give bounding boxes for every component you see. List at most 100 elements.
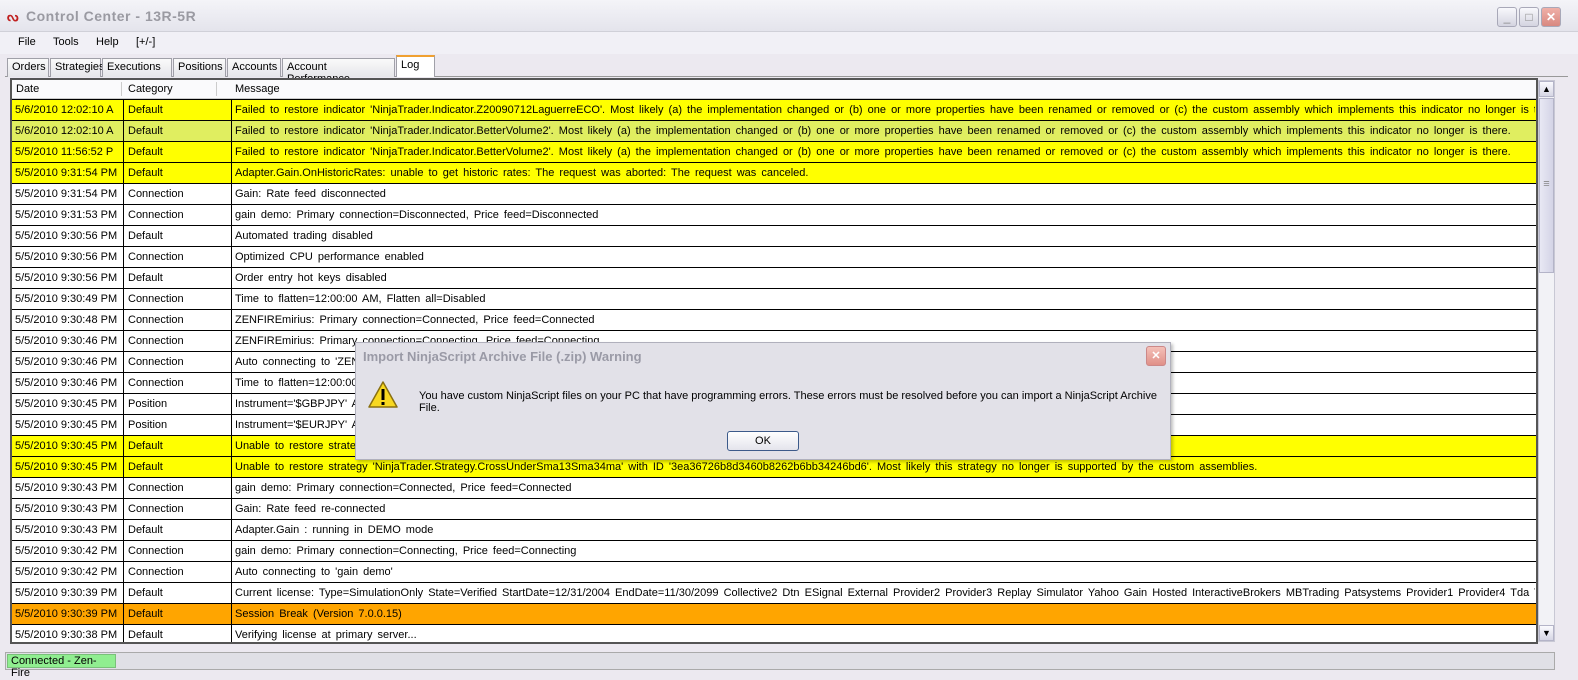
table-row[interactable]: 5/5/2010 9:30:42 PM Connection gain demo…	[12, 540, 1536, 562]
tab-accounts[interactable]: Accounts	[227, 58, 281, 77]
row-date: 5/5/2010 9:30:46 PM	[15, 356, 118, 368]
ok-button[interactable]: OK	[727, 431, 799, 451]
row-message: Failed to restore indicator 'NinjaTrader…	[235, 125, 1511, 137]
row-category: Connection	[128, 377, 184, 389]
dialog-message: You have custom NinjaScript files on you…	[419, 390, 1157, 414]
row-date: 5/5/2010 9:30:39 PM	[15, 587, 118, 599]
table-row[interactable]: 5/6/2010 12:02:10 A Default Failed to re…	[12, 120, 1536, 142]
table-row[interactable]: 5/5/2010 9:30:43 PM Connection gain demo…	[12, 477, 1536, 499]
row-date: 5/5/2010 9:30:43 PM	[15, 503, 118, 515]
tab-account-performance[interactable]: Account Performance	[282, 58, 395, 85]
menu-file[interactable]: File	[18, 36, 36, 48]
table-row[interactable]: 5/5/2010 9:31:54 PM Default Adapter.Gain…	[12, 162, 1536, 184]
warning-icon	[368, 381, 398, 408]
row-date: 5/5/2010 9:30:45 PM	[15, 440, 118, 452]
scroll-thumb[interactable]: ≡	[1539, 98, 1554, 273]
row-message: Unable to restore strategy 'NinjaTrader.…	[235, 461, 1258, 473]
row-date: 5/5/2010 9:30:46 PM	[15, 377, 118, 389]
maximize-button[interactable]: □	[1519, 7, 1539, 27]
row-date: 5/6/2010 12:02:10 A	[15, 125, 114, 137]
table-row[interactable]: 5/5/2010 9:30:38 PM Default Verifying li…	[12, 624, 1536, 642]
dialog-title: Import NinjaScript Archive File (.zip) W…	[363, 349, 642, 364]
row-message: Adapter.Gain.OnHistoricRates: unable to …	[235, 167, 809, 179]
row-category: Connection	[128, 482, 184, 494]
row-message: Gain: Rate feed disconnected	[235, 188, 386, 200]
row-category: Connection	[128, 209, 184, 221]
tab-log[interactable]: Log	[396, 55, 435, 77]
warning-dialog: Import NinjaScript Archive File (.zip) W…	[355, 342, 1171, 460]
table-row[interactable]: 5/5/2010 9:31:53 PM Connection gain demo…	[12, 204, 1536, 226]
title-bar: ᔓ Control Center - 13R-5R _ □ ✕	[0, 0, 1578, 32]
table-row[interactable]: 5/5/2010 11:56:52 P Default Failed to re…	[12, 141, 1536, 163]
table-row[interactable]: 5/5/2010 9:30:43 PM Default Adapter.Gain…	[12, 519, 1536, 541]
table-row[interactable]: 5/5/2010 9:30:56 PM Default Automated tr…	[12, 225, 1536, 247]
tab-executions[interactable]: Executions	[102, 58, 172, 77]
row-date: 5/5/2010 9:30:38 PM	[15, 629, 118, 641]
row-date: 5/5/2010 9:30:48 PM	[15, 314, 118, 326]
row-message: Order entry hot keys disabled	[235, 272, 387, 284]
row-message: Failed to restore indicator 'NinjaTrader…	[235, 104, 1535, 116]
row-category: Default	[128, 440, 163, 452]
row-message: Failed to restore indicator 'NinjaTrader…	[235, 146, 1511, 158]
table-row[interactable]: 5/5/2010 9:30:39 PM Default Current lice…	[12, 582, 1536, 604]
connection-status: Connected - Zen-Fire	[7, 654, 116, 679]
row-category: Default	[128, 230, 163, 242]
row-category: Position	[128, 419, 168, 431]
row-category: Connection	[128, 293, 184, 305]
row-category: Default	[128, 125, 163, 137]
close-button[interactable]: ✕	[1541, 7, 1561, 27]
row-date: 5/5/2010 9:30:43 PM	[15, 482, 118, 494]
row-date: 5/5/2010 9:30:43 PM	[15, 524, 118, 536]
scroll-down-button[interactable]: ▼	[1539, 625, 1554, 641]
row-date: 5/5/2010 9:31:54 PM	[15, 188, 118, 200]
row-date: 5/5/2010 9:30:45 PM	[15, 398, 118, 410]
row-category: Default	[128, 524, 163, 536]
row-date: 5/5/2010 9:31:53 PM	[15, 209, 118, 221]
row-date: 5/5/2010 11:56:52 P	[15, 146, 114, 158]
table-row[interactable]: 5/5/2010 9:30:56 PM Default Order entry …	[12, 267, 1536, 289]
row-category: Connection	[128, 188, 184, 200]
window-title: Control Center - 13R-5R	[26, 8, 197, 24]
table-row[interactable]: 5/5/2010 9:30:49 PM Connection Time to f…	[12, 288, 1536, 310]
row-message: Time to flatten=12:00:00 AM, Flatten all…	[235, 293, 486, 305]
minimize-button[interactable]: _	[1497, 7, 1517, 27]
scroll-up-button[interactable]: ▲	[1539, 81, 1554, 97]
row-category: Connection	[128, 251, 184, 263]
row-date: 5/5/2010 9:30:42 PM	[15, 545, 118, 557]
table-row[interactable]: 5/5/2010 9:30:56 PM Connection Optimized…	[12, 246, 1536, 268]
table-row[interactable]: 5/5/2010 9:31:54 PM Connection Gain: Rat…	[12, 183, 1536, 205]
row-message: Gain: Rate feed re-connected	[235, 503, 386, 515]
table-row[interactable]: 5/6/2010 12:02:10 A Default Failed to re…	[12, 99, 1536, 121]
menu-help[interactable]: Help	[96, 36, 119, 48]
table-row[interactable]: 5/5/2010 9:30:48 PM Connection ZENFIREmi…	[12, 309, 1536, 331]
row-message: ZENFIREmirius: Primary connection=Connec…	[235, 314, 595, 326]
row-category: Default	[128, 461, 163, 473]
table-row[interactable]: 5/5/2010 9:30:43 PM Connection Gain: Rat…	[12, 498, 1536, 520]
row-category: Connection	[128, 545, 184, 557]
row-message: Optimized CPU performance enabled	[235, 251, 424, 263]
row-message: Automated trading disabled	[235, 230, 373, 242]
menu-expand[interactable]: [+/-]	[136, 36, 155, 48]
row-message: gain demo: Primary connection=Connecting…	[235, 545, 577, 557]
row-date: 5/5/2010 9:30:56 PM	[15, 272, 118, 284]
row-category: Default	[128, 167, 163, 179]
row-message: gain demo: Primary connection=Disconnect…	[235, 209, 599, 221]
table-row[interactable]: 5/5/2010 9:30:39 PM Default Session Brea…	[12, 603, 1536, 625]
row-date: 5/5/2010 9:30:46 PM	[15, 335, 118, 347]
vertical-scrollbar[interactable]: ▲ ≡ ▼	[1538, 80, 1555, 642]
table-header: Date Category Message	[12, 80, 1536, 99]
tab-positions[interactable]: Positions	[173, 58, 226, 77]
row-category: Connection	[128, 566, 184, 578]
column-category[interactable]: Category	[128, 83, 173, 95]
column-date[interactable]: Date	[16, 83, 39, 95]
column-message[interactable]: Message	[235, 83, 280, 95]
app-logo-icon: ᔓ	[7, 9, 19, 24]
tab-strategies[interactable]: Strategies	[50, 58, 105, 77]
tab-orders[interactable]: Orders	[7, 58, 49, 77]
row-date: 5/6/2010 12:02:10 A	[15, 104, 114, 116]
menu-tools[interactable]: Tools	[53, 36, 79, 48]
dialog-close-button[interactable]: ✕	[1146, 346, 1166, 366]
table-row[interactable]: 5/5/2010 9:30:42 PM Connection Auto conn…	[12, 561, 1536, 583]
row-date: 5/5/2010 9:30:42 PM	[15, 566, 118, 578]
row-message: Auto connecting to 'gain demo'	[235, 566, 393, 578]
